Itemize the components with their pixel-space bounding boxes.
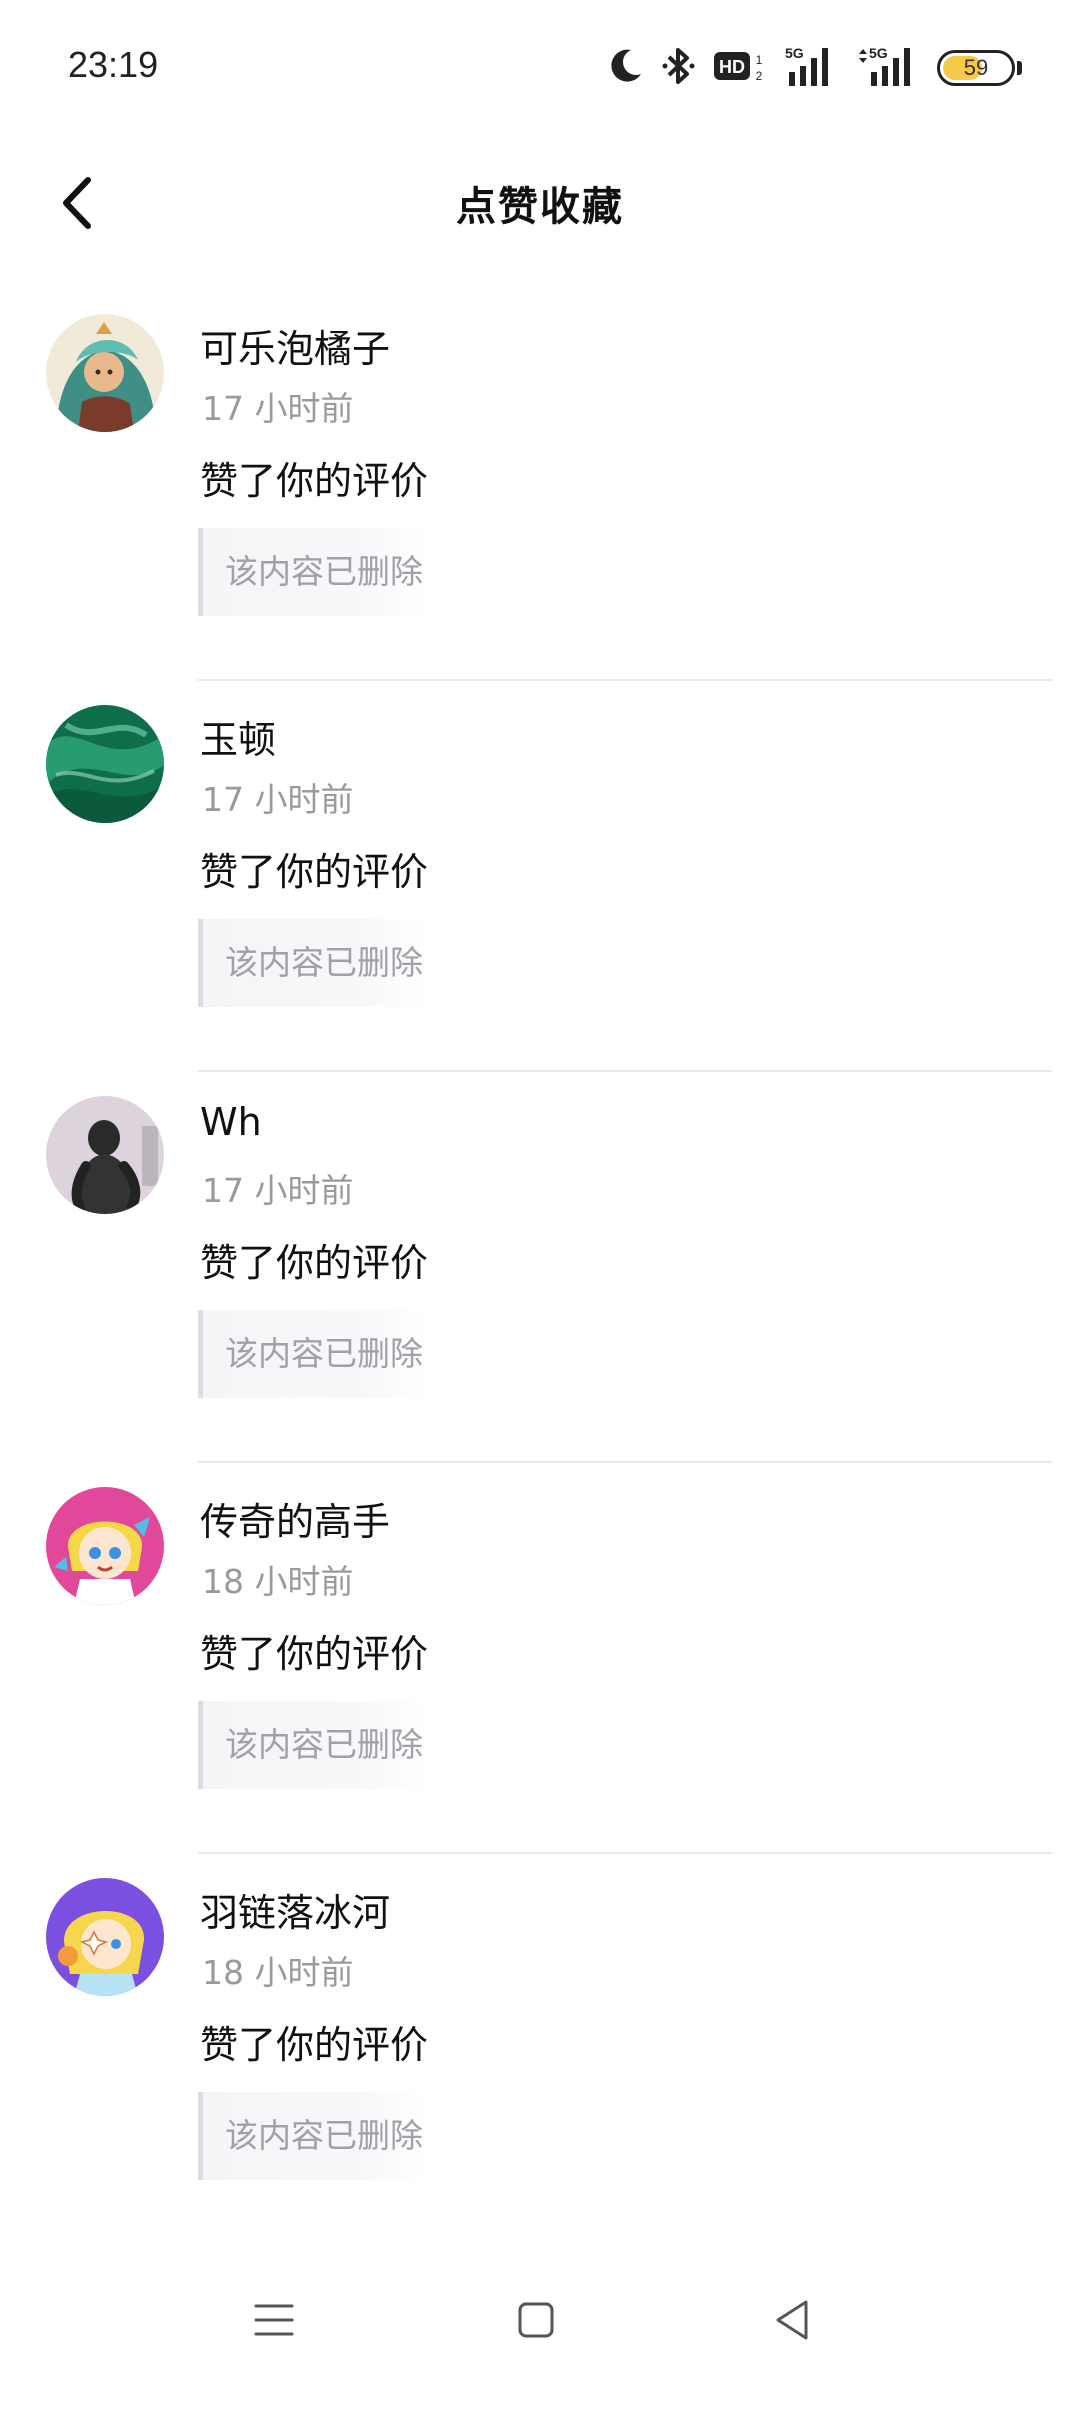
- page-title: 点赞收藏: [456, 184, 624, 230]
- home-square-icon: [496, 2302, 576, 2364]
- timestamp: 17 小时前: [202, 780, 354, 819]
- system-nav-bar: [0, 2230, 1080, 2412]
- timestamp: 18 小时前: [202, 1562, 354, 1601]
- username[interactable]: Wh: [200, 1100, 262, 1144]
- action-text: 赞了你的评价: [200, 1632, 429, 1676]
- battery-indicator: 59: [937, 50, 1015, 86]
- list-item[interactable]: 可乐泡橘子 17 小时前 赞了你的评价 该内容已删除: [0, 290, 1080, 681]
- action-text: 赞了你的评价: [200, 459, 429, 503]
- avatar[interactable]: [46, 705, 164, 823]
- quoted-content[interactable]: 该内容已删除: [198, 1310, 428, 1398]
- svg-text:HD: HD: [719, 57, 745, 77]
- page-header: 点赞收藏: [0, 150, 1080, 260]
- battery-level: 59: [963, 55, 989, 80]
- avatar[interactable]: [46, 1487, 164, 1605]
- notification-list: 可乐泡橘子 17 小时前 赞了你的评价 该内容已删除 玉顿 17 小时前 赞了你…: [0, 290, 1080, 2245]
- hd-icon: HD 1 2: [713, 46, 767, 90]
- svg-text:1: 1: [756, 53, 763, 67]
- back-triangle-icon: [752, 2300, 832, 2364]
- signal-5g-icon-2: 5G: [855, 44, 921, 92]
- timestamp: 18 小时前: [202, 1953, 354, 1992]
- bluetooth-icon: [661, 46, 697, 90]
- svg-text:2: 2: [756, 69, 763, 83]
- avatar[interactable]: [46, 314, 164, 432]
- action-text: 赞了你的评价: [200, 2023, 429, 2067]
- status-bar: 23:19 HD 1 2 5G 5G 59: [0, 0, 1080, 120]
- back-nav-button[interactable]: [752, 2280, 832, 2360]
- list-item[interactable]: 玉顿 17 小时前 赞了你的评价 该内容已删除: [0, 681, 1080, 1072]
- list-item[interactable]: 传奇的高手 18 小时前 赞了你的评价 该内容已删除: [0, 1463, 1080, 1854]
- moon-icon: [605, 46, 645, 90]
- username[interactable]: 玉顿: [200, 709, 276, 764]
- username[interactable]: 羽链落冰河: [200, 1882, 390, 1937]
- battery-nub: [1017, 61, 1022, 75]
- svg-text:5G: 5G: [869, 45, 888, 61]
- list-item[interactable]: 羽链落冰河 18 小时前 赞了你的评价 该内容已删除: [0, 1854, 1080, 2245]
- list-item[interactable]: Wh 17 小时前 赞了你的评价 该内容已删除: [0, 1072, 1080, 1463]
- action-text: 赞了你的评价: [200, 850, 429, 894]
- svg-text:5G: 5G: [785, 45, 804, 61]
- status-time: 23:19: [68, 44, 159, 85]
- status-icons: HD 1 2 5G 5G 59: [605, 44, 1022, 92]
- username[interactable]: 传奇的高手: [200, 1491, 390, 1546]
- quoted-content[interactable]: 该内容已删除: [198, 2092, 428, 2180]
- home-button[interactable]: [496, 2280, 576, 2360]
- timestamp: 17 小时前: [202, 1171, 354, 1210]
- menu-icon: [234, 2304, 314, 2364]
- username[interactable]: 可乐泡橘子: [200, 318, 390, 373]
- avatar[interactable]: [46, 1878, 164, 1996]
- quoted-content[interactable]: 该内容已删除: [198, 528, 428, 616]
- avatar[interactable]: [46, 1096, 164, 1214]
- quoted-content[interactable]: 该内容已删除: [198, 919, 428, 1007]
- menu-button[interactable]: [234, 2280, 314, 2360]
- timestamp: 17 小时前: [202, 389, 354, 428]
- action-text: 赞了你的评价: [200, 1241, 429, 1285]
- signal-5g-icon: 5G: [783, 44, 839, 92]
- quoted-content[interactable]: 该内容已删除: [198, 1701, 428, 1789]
